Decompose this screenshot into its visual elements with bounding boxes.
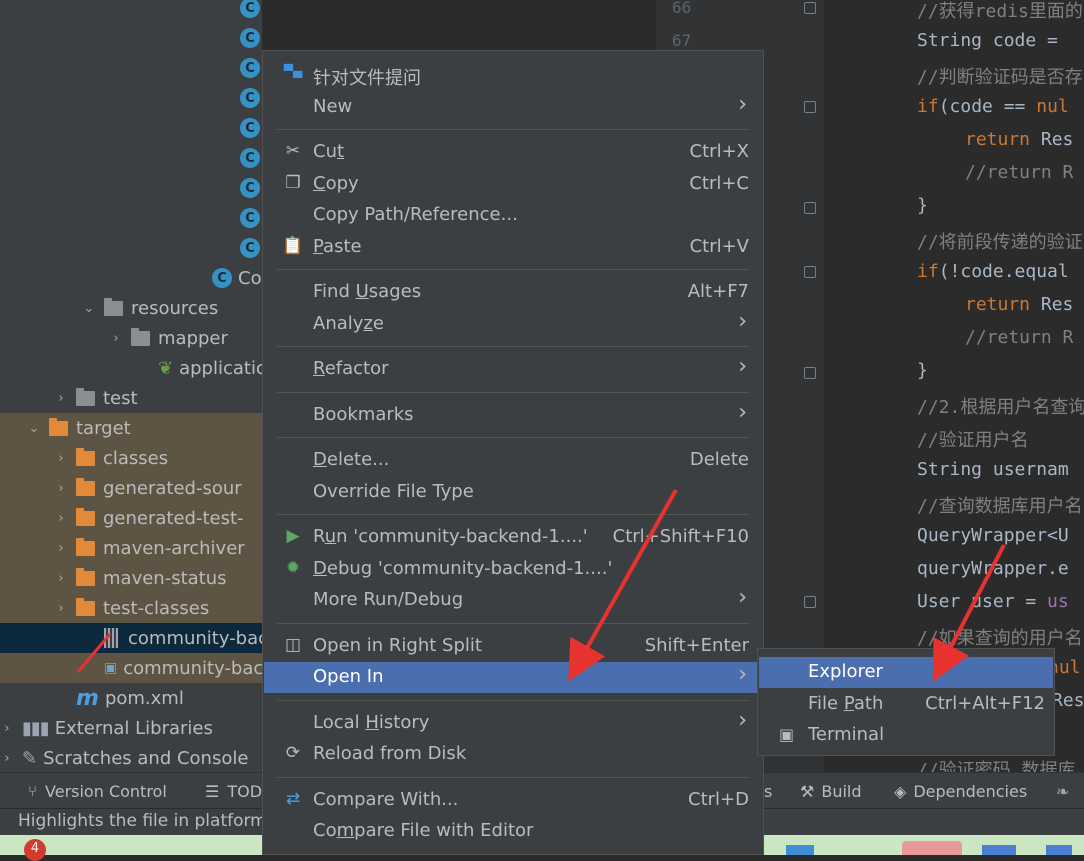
annotation-arrows (76, 489, 1006, 682)
arrow-to-explorer (932, 544, 1006, 682)
arrow-to-jar (76, 633, 112, 673)
arrow-to-open-in (568, 489, 678, 682)
